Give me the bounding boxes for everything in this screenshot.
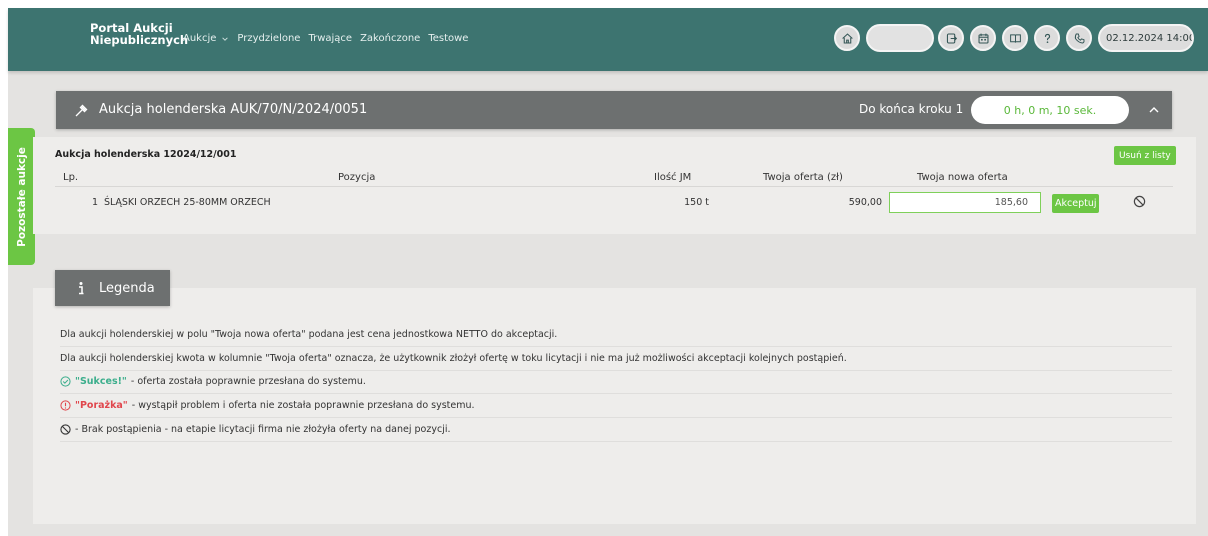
nav-toolbar: 02.12.2024 14:00:4 — [834, 24, 1194, 52]
success-word: "Sukces!" — [75, 376, 127, 387]
countdown-label: Do końca kroku 1 — [859, 102, 964, 116]
accept-button[interactable]: Akceptuj — [1052, 194, 1100, 213]
col-header-position: Pozycja — [338, 172, 376, 183]
brand-title[interactable]: Portal Aukcji Niepublicznych — [90, 22, 188, 46]
block-icon — [60, 424, 71, 435]
col-header-lp: Lp. — [63, 172, 79, 183]
home-icon — [841, 32, 853, 43]
gavel-icon — [75, 104, 88, 117]
nav-links: Aukcje Przydzielone Trwające Zakończone … — [183, 33, 476, 44]
nav-link-testowe[interactable]: Testowe — [428, 33, 468, 44]
row-lp: 1 — [92, 197, 99, 208]
check-circle-icon — [60, 376, 71, 387]
calendar-icon — [978, 33, 988, 43]
block-text: - Brak postąpienia - na etapie licytacji… — [75, 424, 451, 435]
fail-text: - wystąpił problem i oferta nie została … — [131, 400, 475, 411]
table-header-divider — [55, 186, 1173, 187]
nav-link-zakonczone[interactable]: Zakończone — [360, 33, 420, 44]
manual-button[interactable] — [1002, 25, 1028, 51]
nav-link-label: Aukcje — [183, 33, 217, 44]
row-your-offer: 590,00 — [848, 197, 882, 208]
home-button[interactable] — [834, 25, 860, 51]
chevron-up-icon[interactable] — [1148, 104, 1160, 116]
auction-panel-header: Aukcja holenderska AUK/70/N/2024/0051 Do… — [56, 91, 1172, 129]
row-position: ŚLĄSKI ORZECH 25-80MM ORZECH — [104, 197, 271, 208]
other-auctions-tab[interactable]: Pozostałe aukcje — [8, 128, 35, 265]
new-offer-input[interactable] — [889, 192, 1041, 213]
legend-text-2: Dla aukcji holenderskiej kwota w kolumni… — [60, 353, 847, 364]
legend-line-success: "Sukces!" - oferta została poprawnie prz… — [60, 370, 1172, 394]
phone-icon — [1074, 33, 1084, 43]
col-header-new-offer: Twoja nowa oferta — [917, 172, 1008, 183]
info-icon — [79, 282, 84, 295]
blank-pill-button[interactable] — [866, 24, 934, 52]
row-qty: 150 t — [684, 197, 709, 208]
auction-title: Aukcja holenderska AUK/70/N/2024/0051 — [99, 102, 368, 117]
logout-button[interactable] — [938, 25, 964, 51]
legend-line-2: Dla aukcji holenderskiej kwota w kolumni… — [60, 347, 1172, 371]
nav-link-przydzielone[interactable]: Przydzielone — [237, 33, 300, 44]
top-navbar: Portal Aukcji Niepublicznych Aukcje Przy… — [8, 8, 1208, 71]
book-icon — [1009, 33, 1021, 43]
fail-word: "Porażka" — [75, 400, 128, 411]
legend-panel-header: Legenda — [55, 270, 170, 306]
nav-link-trwajace[interactable]: Trwające — [308, 33, 352, 44]
legend-line-block: - Brak postąpienia - na etapie licytacji… — [60, 418, 1172, 442]
legend-title: Legenda — [99, 281, 155, 296]
logout-icon — [946, 33, 957, 43]
success-text: - oferta została poprawnie przesłana do … — [130, 376, 366, 387]
legend-panel-body: Dla aukcji holenderskiej w polu "Twoja n… — [33, 288, 1196, 524]
chevron-down-icon — [222, 36, 229, 41]
no-bid-block-icon[interactable] — [1133, 195, 1146, 208]
help-button[interactable] — [1034, 25, 1060, 51]
window-frame-left — [0, 0, 8, 536]
legend-line-1: Dla aukcji holenderskiej w polu "Twoja n… — [60, 323, 1172, 347]
datetime-display: 02.12.2024 14:00:4 — [1098, 24, 1194, 52]
help-icon — [1044, 33, 1050, 43]
other-auctions-label: Pozostałe aukcje — [15, 146, 28, 247]
auction-panel-body: Aukcja holenderska 12024/12/001 Usuń z l… — [33, 137, 1196, 234]
error-circle-icon — [60, 400, 71, 411]
window-frame-top — [0, 0, 1208, 8]
legend-line-fail: "Porażka" - wystąpił problem i oferta ni… — [60, 394, 1172, 418]
remove-from-list-button[interactable]: Usuń z listy — [1114, 146, 1176, 165]
col-header-qty: Ilość JM — [654, 172, 692, 183]
auction-name: Aukcja holenderska 12024/12/001 — [55, 149, 237, 160]
countdown-timer: 0 h, 0 m, 10 sek. — [971, 96, 1129, 124]
nav-link-aukcje[interactable]: Aukcje — [183, 33, 229, 44]
col-header-your-offer: Twoja oferta (zł) — [763, 172, 843, 183]
legend-text-1: Dla aukcji holenderskiej w polu "Twoja n… — [60, 329, 558, 340]
contact-button[interactable] — [1066, 25, 1092, 51]
calendar-button[interactable] — [970, 25, 996, 51]
